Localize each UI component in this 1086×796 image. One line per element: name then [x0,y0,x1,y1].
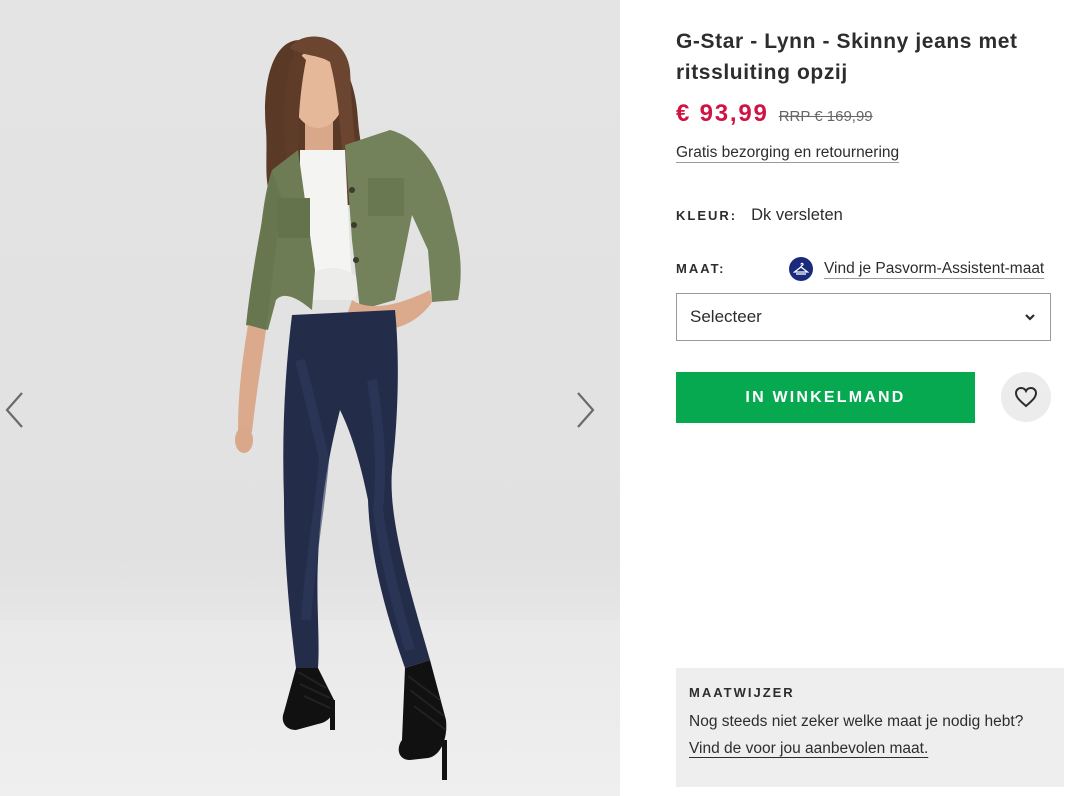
fit-assistant-link[interactable]: Vind je Pasvorm-Assistent-maat [789,257,1044,281]
previous-image-button[interactable] [0,386,28,434]
size-guide-title: MAATWIJZER [689,685,795,700]
colour-row: KLEUR: Dk versleten [676,206,843,225]
free-delivery-link[interactable]: Gratis bezorging en retournering [676,144,899,162]
hanger-icon [789,257,813,281]
size-guide-box: MAATWIJZER Nog steeds niet zeker welke m… [676,668,1064,787]
heart-icon [1014,386,1038,408]
product-photo [235,36,461,780]
chevron-left-icon [5,392,23,428]
chevron-down-icon [1025,314,1035,321]
colour-label: KLEUR: [676,208,738,223]
product-image-gallery [0,0,620,796]
save-for-later-button[interactable] [1001,372,1051,422]
fit-assistant-label: Vind je Pasvorm-Assistent-maat [824,260,1045,277]
size-guide-link[interactable]: Vind de voor jou aanbevolen maat. [689,740,928,758]
size-dropdown[interactable]: Selecteer [676,293,1051,341]
add-to-bag-button[interactable]: IN WINKELMAND [676,372,975,423]
chevron-right-icon [577,392,595,428]
next-image-button[interactable] [572,386,600,434]
rrp-price: RRP € 169,99 [778,108,873,125]
size-guide-text: Nog steeds niet zeker welke maat je nodi… [689,713,1024,730]
product-title: G-Star - Lynn - Skinny jeans met ritsslu… [676,30,1018,84]
colour-value: Dk versleten [751,206,843,224]
price-row: € 93,99 RRP € 169,99 [676,100,873,128]
product-info-panel: G-Star - Lynn - Skinny jeans met ritsslu… [676,0,1066,796]
size-dropdown-value: Selecteer [690,307,762,326]
current-price: € 93,99 [676,100,769,127]
size-label: MAAT: [676,261,726,276]
